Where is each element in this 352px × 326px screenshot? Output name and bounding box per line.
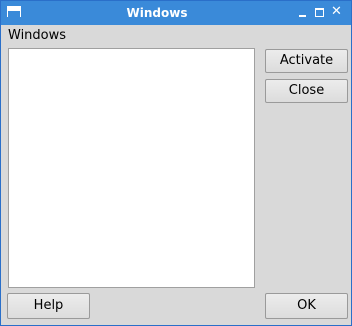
windows-dialog: Windows ✕ Windows Activate Close Help OK [0, 0, 352, 326]
close-icon[interactable]: ✕ [331, 4, 343, 19]
minimize-icon[interactable] [297, 7, 309, 19]
windows-list[interactable] [8, 48, 255, 288]
ok-button[interactable]: OK [265, 293, 348, 319]
close-button[interactable]: Close [265, 79, 348, 103]
window-title: Windows [126, 6, 188, 20]
maximize-icon[interactable] [314, 7, 326, 19]
title-bar[interactable]: Windows ✕ [1, 1, 351, 25]
windows-list-label: Windows [8, 28, 67, 43]
activate-button[interactable]: Activate [265, 49, 348, 73]
help-button[interactable]: Help [7, 293, 90, 319]
